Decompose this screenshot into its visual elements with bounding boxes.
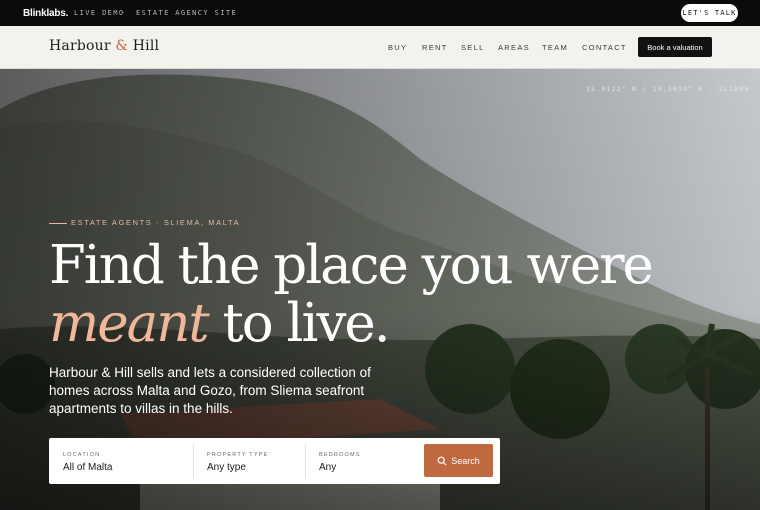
eyebrow-line	[49, 222, 67, 224]
property-type-field[interactable]: PROPERTY TYPE Any type	[194, 438, 305, 484]
site-type-label: ESTATE AGENCY SITE	[136, 9, 238, 17]
main-nav: Harbour & Hill BUY RENT SELL AREAS TEAM …	[0, 26, 760, 69]
location-value[interactable]: All of Malta	[63, 462, 112, 473]
nav-item-rent[interactable]: RENT	[422, 43, 448, 52]
nav-item-sell[interactable]: SELL	[461, 43, 485, 52]
bedrooms-value[interactable]: Any	[319, 462, 336, 473]
eyebrow-text: ESTATE AGENTS · SLIEMA, MALTA	[71, 218, 241, 227]
hero-subtext: Harbour & Hill sells and lets a consider…	[49, 365, 371, 416]
nav-item-areas[interactable]: AREAS	[498, 43, 530, 52]
live-demo-label: LIVE DEMO	[74, 9, 125, 17]
headline-accent: meant	[49, 293, 210, 354]
property-type-label: PROPERTY TYPE	[207, 452, 269, 458]
bedrooms-label: BEDROOMS	[319, 452, 361, 458]
search-button-label: Search	[451, 455, 480, 466]
search-button[interactable]: Search	[424, 444, 493, 477]
hero-section: 35.9122° N / 14.5019° E · SLIEMA ESTATE …	[0, 69, 760, 510]
property-type-value[interactable]: Any type	[207, 462, 246, 473]
property-search-bar: LOCATION All of Malta PROPERTY TYPE Any …	[49, 438, 500, 484]
location-label: LOCATION	[63, 452, 101, 458]
hero-headline: Find the place you were meant to live.	[49, 235, 654, 354]
search-icon	[437, 456, 447, 465]
nav-item-buy[interactable]: BUY	[388, 43, 407, 52]
demo-bar: Blinklabs. LIVE DEMO · ESTATE AGENCY SIT…	[0, 0, 760, 26]
headline-line-2: to live.	[207, 293, 391, 354]
hero-eyebrow: ESTATE AGENTS · SLIEMA, MALTA	[49, 218, 240, 227]
brand-logo[interactable]: Harbour & Hill	[49, 38, 159, 54]
demo-separator: ·	[122, 8, 125, 17]
book-valuation-button[interactable]: Book a valuation	[638, 37, 712, 57]
bedrooms-field[interactable]: BEDROOMS Any	[306, 438, 416, 484]
blinklabs-logo[interactable]: Blinklabs.	[23, 8, 68, 19]
brand-ampersand: &	[115, 38, 129, 54]
location-coordinates: 35.9122° N / 14.5019° E · SLIEMA	[586, 85, 750, 93]
location-field[interactable]: LOCATION All of Malta	[49, 438, 193, 484]
nav-item-team[interactable]: TEAM	[542, 43, 568, 52]
headline-line-1: Find the place you were	[49, 235, 654, 296]
lets-talk-button[interactable]: LET'S TALK	[681, 4, 738, 22]
nav-item-contact[interactable]: CONTACT	[582, 43, 627, 52]
brand-first: Harbour	[49, 38, 111, 54]
brand-last: Hill	[132, 38, 160, 54]
